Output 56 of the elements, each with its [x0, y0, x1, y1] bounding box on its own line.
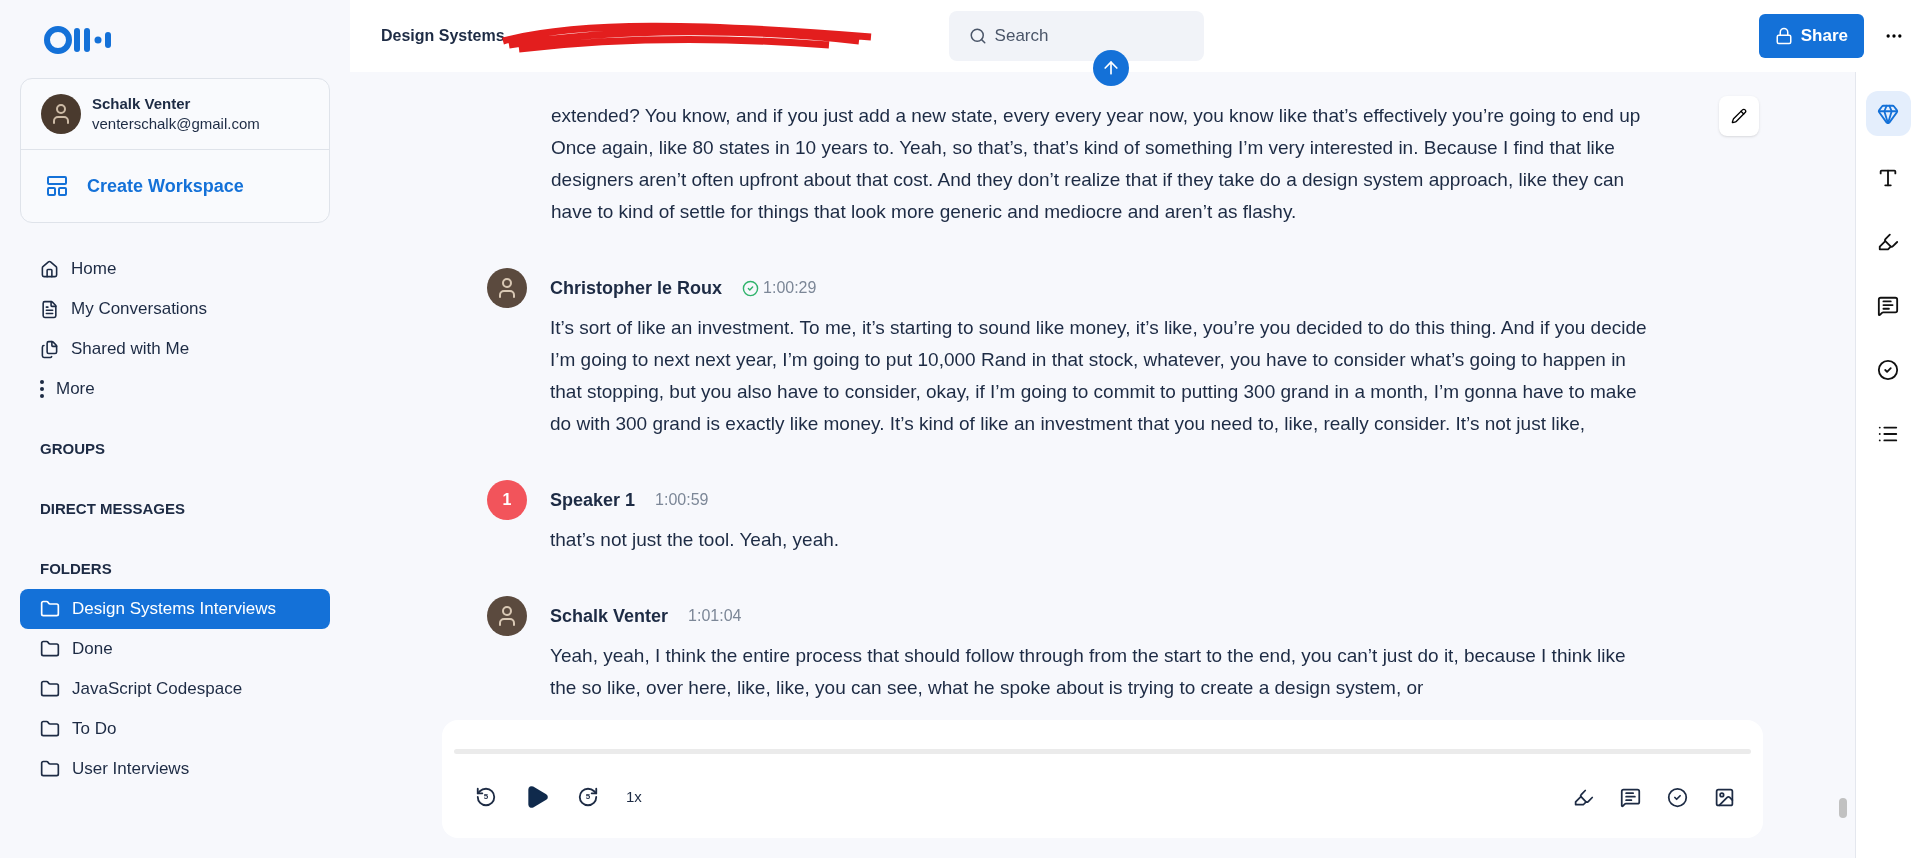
speed-button[interactable]: 1x: [626, 785, 642, 809]
speaker-name: Speaker 1: [550, 488, 636, 512]
edit-button[interactable]: [1719, 96, 1759, 136]
forward-button[interactable]: 5: [576, 785, 600, 809]
speaker-badge: 1: [487, 480, 527, 520]
section-heading: DIRECT MESSAGES: [39, 498, 187, 519]
search-field[interactable]: Search: [948, 11, 1204, 61]
speaker-name: Schalk Venter: [550, 604, 669, 628]
image-icon[interactable]: [1714, 786, 1735, 808]
folder-item[interactable]: JavaScript Codespace: [20, 669, 330, 709]
folder-icon: [40, 679, 60, 699]
folder-icon: [40, 719, 60, 739]
avatar: [487, 268, 527, 308]
diamond-icon[interactable]: [1865, 91, 1911, 136]
section-heading: FOLDERS: [39, 558, 113, 579]
conversation-title: Design Systems: [381, 26, 505, 46]
speaker-name: Christopher le Roux: [550, 276, 723, 300]
check-circle-icon[interactable]: [1667, 786, 1688, 808]
scrollbar-thumb[interactable]: [1839, 798, 1847, 818]
create-workspace-button[interactable]: Create Workspace: [21, 150, 329, 222]
scroll-up-button[interactable]: [1093, 50, 1129, 86]
transcript-paragraph: Yeah, yeah, I think the entire process that should follow through from the start to the end, you can’t just do it, because I think like the so like, over here, like, like, you can see, what he spoke about is trying to create a design system, or: [550, 644, 1627, 700]
search-icon: [968, 27, 987, 45]
nav-item[interactable]: Shared with Me: [20, 329, 330, 369]
verified-icon: [742, 279, 760, 297]
account-email: venterschalk@gmail.com: [92, 114, 260, 134]
pencil-icon: [1731, 108, 1747, 124]
folder-item[interactable]: Design Systems Interviews: [20, 589, 330, 629]
folder-item[interactable]: To Do: [20, 709, 330, 749]
home-icon: [40, 259, 59, 279]
section-heading: GROUPS: [39, 438, 106, 459]
folder-item[interactable]: Done: [20, 629, 330, 669]
transcript-paragraph: that’s not just the tool. Yeah, yeah.: [550, 528, 840, 552]
folder-item[interactable]: User Interviews: [20, 749, 330, 789]
avatar: [487, 596, 527, 636]
nav-item[interactable]: Home: [20, 249, 330, 289]
lock-icon: [1774, 27, 1793, 45]
rewind-button[interactable]: 5: [474, 785, 498, 809]
transcript-paragraph: extended? You know, and if you just add a new state, every every year now, you know like that’s effectively you’re going to end up Once again, like 80 states in 10 years to. Yeah, so that’s, that’s kind of something I’m very interested in. Because I find that like designers aren’t often upfront about that cost. And they don’t realize that if they take do a design system approach, like they can have to kind of settle for things that look more generic and mediocre and aren’t as flashy.: [551, 104, 1642, 224]
folder-icon: [40, 599, 60, 619]
timestamp: 1:01:04: [688, 606, 742, 626]
shared-document-icon: [40, 339, 59, 359]
workspace-add-icon: [45, 174, 69, 198]
account-name: Schalk Venter: [92, 94, 192, 114]
nav-item[interactable]: More: [20, 369, 330, 409]
nav-item[interactable]: My Conversations: [20, 289, 330, 329]
more-icon: [40, 380, 44, 398]
comment-icon[interactable]: [1620, 786, 1641, 808]
document-icon: [40, 299, 59, 319]
share-button[interactable]: Share: [1758, 14, 1864, 58]
transcript-paragraph: It’s sort of like an investment. To me, it’s starting to sound like money, it’s like, you’re you decided to do this thing. And if you decide I’m going to next next year, I’m going to put 10,000 Rand in that stock, whatever, you have to consider what’s going to happen in that stopping, but you also have to consider, okay, if I’m going to commit to putting 300 grand in a month, I’m gonna have to make do with 300 grand is exactly like money. It’s kind of like an investment that you need to, like, really consider. It’s not just like,: [550, 316, 1648, 436]
timestamp: 1:00:59: [655, 490, 709, 510]
avatar: [41, 94, 81, 134]
folder-icon: [40, 759, 60, 779]
timestamp: 1:00:29: [763, 278, 817, 298]
folder-icon: [40, 639, 60, 659]
